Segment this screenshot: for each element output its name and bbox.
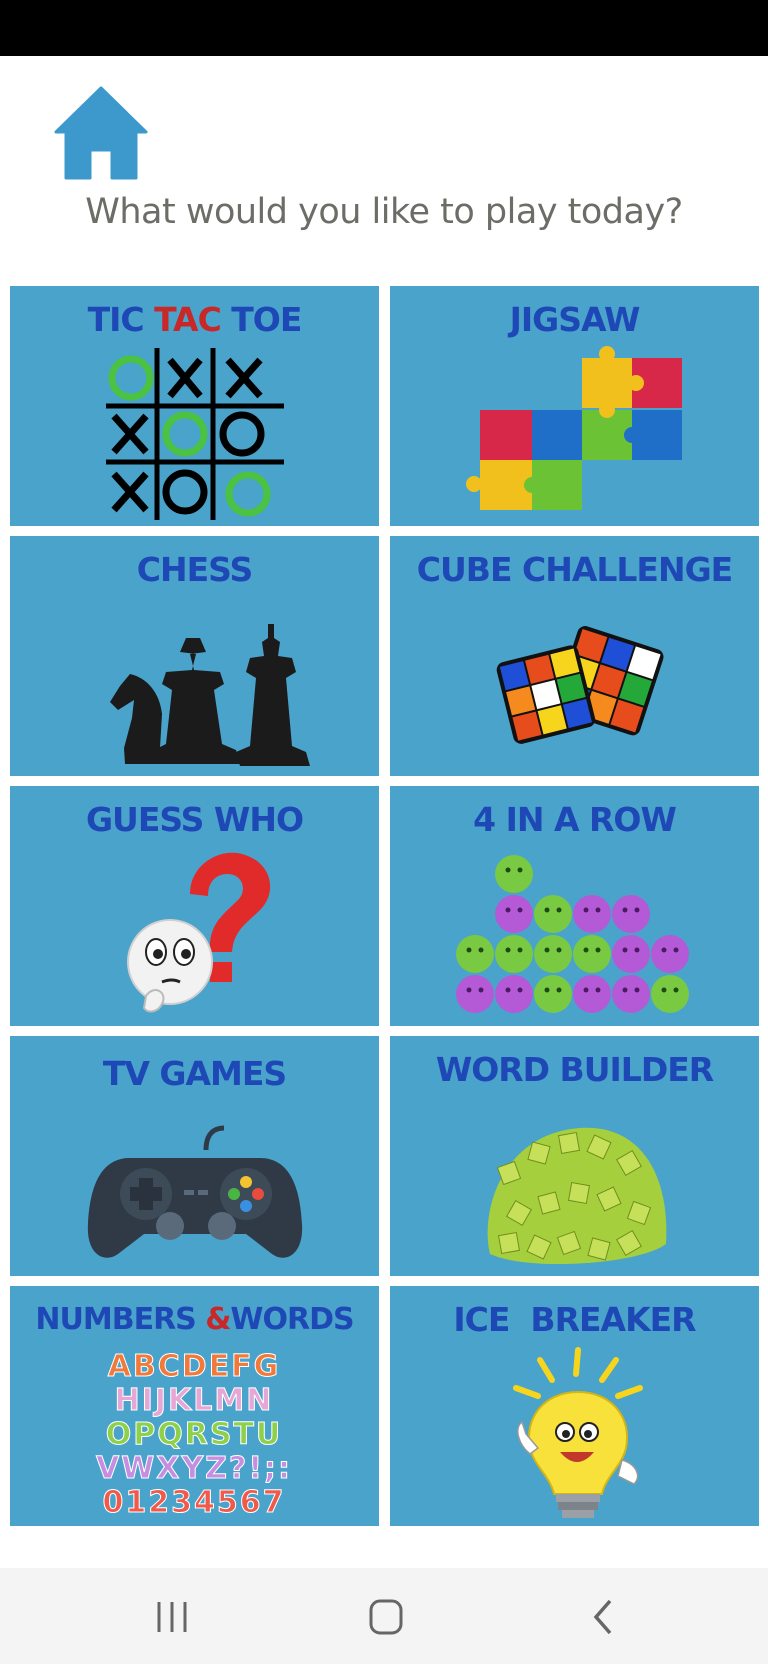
game-controller-icon: [87, 1125, 303, 1258]
tic-tac-toe-icon: [106, 348, 284, 520]
tile-guess-who[interactable]: GUESS WHO: [10, 786, 379, 1026]
tile-title: 4 IN A ROW: [473, 800, 677, 839]
tile-4-in-a-row[interactable]: 4 IN A ROW: [390, 786, 759, 1026]
tile-title: WORD BUILDER: [435, 1050, 714, 1089]
alphabet-row-3: OPQRSTU: [106, 1417, 283, 1452]
letter-tiles-icon: [487, 1127, 667, 1265]
tile-chess[interactable]: CHESS: [10, 536, 379, 776]
tile-ice-breaker[interactable]: ICE BREAKER: [390, 1286, 759, 1526]
back-chevron-icon[interactable]: [572, 1592, 632, 1642]
alphabet-row-4: VWXYZ?!;:: [96, 1451, 292, 1486]
tile-cube-challenge[interactable]: CUBE CHALLENGE: [390, 536, 759, 776]
home-icon[interactable]: [54, 86, 148, 180]
tile-title: TV GAMES: [102, 1054, 287, 1093]
home-circle-icon[interactable]: [356, 1592, 416, 1642]
tile-tic-tac-toe[interactable]: TIC TAC TOE: [10, 286, 379, 526]
tile-numbers-and-words[interactable]: NUMBERS &WORDS ABCDEFG HIJKLMN OPQRSTU V…: [10, 1286, 379, 1526]
tile-title: CHESS: [136, 550, 253, 589]
alphabet-row-5: 01234567: [103, 1485, 286, 1520]
status-bar: [0, 0, 768, 56]
smiley-balls-icon: [456, 855, 689, 1013]
tile-title: JIGSAW: [509, 300, 641, 339]
alphabet-letters-icon: ABCDEFG HIJKLMN OPQRSTU VWXYZ?!;: 012345…: [96, 1349, 292, 1521]
thinking-face-icon: [127, 852, 271, 1013]
tile-title: CUBE CHALLENGE: [416, 550, 733, 589]
alphabet-row-1: ABCDEFG: [108, 1349, 281, 1384]
rubiks-cube-icon: [496, 626, 664, 744]
tile-title: TIC TAC TOE: [87, 300, 303, 339]
tile-title: NUMBERS &WORDS: [35, 1302, 354, 1337]
alphabet-row-2: HIJKLMN: [115, 1383, 274, 1418]
recent-apps-icon[interactable]: [142, 1592, 202, 1642]
tile-word-builder[interactable]: WORD BUILDER: [390, 1036, 759, 1276]
jigsaw-icon: [466, 346, 682, 510]
chess-icon: [110, 624, 310, 766]
tile-title: ICE BREAKER: [453, 1300, 696, 1339]
light-bulb-icon: [513, 1347, 643, 1518]
tile-title: GUESS WHO: [85, 800, 304, 839]
system-nav-bar: [0, 1568, 768, 1664]
tile-tv-games[interactable]: TV GAMES: [10, 1036, 379, 1276]
page-prompt: What would you like to play today?: [85, 192, 683, 232]
tile-jigsaw[interactable]: JIGSAW: [390, 286, 759, 526]
